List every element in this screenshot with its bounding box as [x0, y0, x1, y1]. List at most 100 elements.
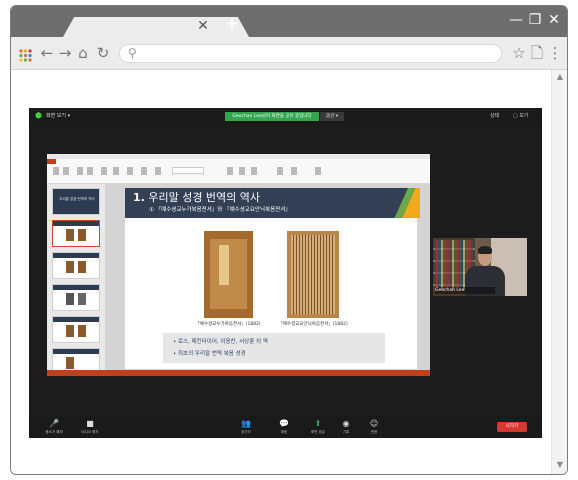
slide-title: 1. 우리말 성경 번역의 역사	[133, 191, 383, 205]
forward-icon[interactable]: →	[57, 44, 73, 62]
reactions-button[interactable]: ☺ 반응	[357, 416, 391, 438]
chat-icon: 💬	[279, 419, 289, 428]
thumb-header	[53, 349, 99, 354]
address-bar[interactable]: ⚲	[119, 44, 502, 63]
slide-thumbnail-pane: 우리말 성경 번역의 역사	[47, 184, 105, 375]
restore-icon[interactable]: ❐	[527, 12, 543, 28]
slide-thumbnail[interactable]	[52, 252, 100, 279]
ppt-ribbon	[47, 164, 430, 184]
home-icon[interactable]: ⌂	[75, 44, 91, 62]
leave-meeting-button[interactable]: 나가기	[497, 422, 527, 432]
thumb-image	[78, 325, 86, 337]
bullet-item: • 로스, 매킨타이어, 이응찬, 서상륜 외 역	[173, 339, 268, 345]
bullet-item: • 최초의 우리말 번역 복음 성경	[173, 351, 246, 357]
tab-strip: ✕ + — ❐ ✕	[11, 6, 567, 37]
book-page-image	[287, 231, 339, 318]
mute-label: 음소거 해제	[45, 430, 63, 434]
book-cover-image	[204, 231, 253, 318]
scroll-down-icon[interactable]: ▼	[555, 460, 565, 470]
shield-icon[interactable]: ⬢	[35, 112, 43, 120]
thumbnail-title: 우리말 성경 번역의 역사	[59, 197, 95, 201]
ribbon-icon[interactable]	[291, 167, 297, 175]
banner-options-button[interactable]: 옵션 ▾	[320, 112, 344, 121]
microphone-icon: 🎤	[49, 419, 59, 428]
reload-icon[interactable]: ↻	[95, 44, 111, 62]
browser-toolbar: ← → ⌂ ↻ ⚲ ☆ 🗋 ⋮	[11, 37, 567, 70]
chat-label: 채팅	[280, 430, 288, 434]
book-page-text	[291, 235, 335, 314]
chat-button[interactable]: 💬 채팅	[267, 416, 301, 438]
slide-thumbnail[interactable]: 우리말 성경 번역의 역사	[52, 188, 100, 215]
ribbon-icon[interactable]	[155, 167, 161, 175]
zoom-bottom-toolbar: 🎤 음소거 해제 ■ 비디오 중지 👥 참가자 💬 채팅 ⬆ 화면 공유 ◉ 기…	[29, 416, 542, 438]
thumb-image	[66, 357, 74, 369]
sharing-banner: Geochan Lee님이 화면을 공유 중입니다	[225, 112, 319, 121]
caption-left: 「예수셩교누가복음젼셔」(1882)	[195, 322, 261, 327]
participant-video[interactable]: Geochan Lee	[433, 238, 527, 296]
document-icon[interactable]: 🗋	[529, 44, 545, 62]
ribbon-icon[interactable]	[101, 167, 107, 175]
ribbon-icon[interactable]	[239, 167, 245, 175]
slide-title-number: 1.	[133, 191, 145, 204]
close-window-icon[interactable]: ✕	[546, 12, 562, 28]
font-select[interactable]	[172, 167, 204, 174]
slide-subtitle: ① 『예수셩교누가복음젼셔』와 『예수셩교요안닉복음젼셔』	[149, 207, 291, 213]
participant-name: Geochan Lee	[435, 287, 495, 294]
reactions-icon: ☺	[369, 419, 379, 428]
browser-window: ✕ + — ❐ ✕ ← → ⌂ ↻ ⚲ ☆ 🗋 ⋮ ▲ ▼ ⬢ 화면 보기 ▾ …	[10, 5, 568, 475]
participant-hair	[478, 246, 492, 254]
participants-button[interactable]: 👥 참가자	[229, 416, 263, 438]
apps-grid-icon[interactable]	[19, 47, 32, 62]
scroll-up-icon[interactable]: ▲	[555, 72, 565, 82]
participants-label: 참가자	[241, 430, 251, 434]
slide-canvas: 1. 우리말 성경 번역의 역사 ① 『예수셩교누가복음젼셔』와 『예수셩교요안…	[105, 184, 430, 370]
ppt-status-bar	[47, 370, 430, 376]
scrollbar[interactable]: ▲ ▼	[551, 70, 567, 474]
thumb-image	[66, 261, 74, 273]
ribbon-icon[interactable]	[127, 167, 133, 175]
view-toggle-button[interactable]: ▢ 보기	[513, 111, 537, 121]
back-icon[interactable]: ←	[39, 44, 55, 62]
ribbon-icon[interactable]	[87, 167, 93, 175]
caption-right: 「예수셩교요안닉복음젼셔」(1882)	[278, 322, 348, 327]
ribbon-icon[interactable]	[251, 167, 257, 175]
thumb-image	[66, 325, 74, 337]
browser-tab[interactable]	[63, 17, 249, 37]
ribbon-icon[interactable]	[141, 167, 147, 175]
reactions-label: 반응	[370, 430, 378, 434]
slide-header: 1. 우리말 성경 번역의 역사 ① 『예수셩교누가복음젼셔』와 『예수셩교요안…	[125, 188, 417, 218]
ribbon-icon[interactable]	[227, 167, 233, 175]
ribbon-icon[interactable]	[63, 167, 69, 175]
zoom-meeting-window: ⬢ 화면 보기 ▾ Geochan Lee님이 화면을 공유 중입니다 옵션 ▾…	[29, 108, 542, 438]
video-button[interactable]: ■ 비디오 중지	[73, 416, 107, 438]
mute-button[interactable]: 🎤 음소거 해제	[37, 416, 71, 438]
view-options-button[interactable]: 화면 보기 ▾	[46, 111, 86, 121]
thumb-image	[78, 229, 86, 241]
participants-icon: 👥	[241, 419, 251, 428]
ribbon-icon[interactable]	[53, 167, 59, 175]
search-icon: ⚲	[128, 46, 137, 60]
shared-powerpoint: 우리말 성경 번역의 역사 1. 우리말 성경 번역의 역사 ① 『예수셩교누가…	[47, 154, 430, 376]
slide-thumbnail[interactable]	[52, 316, 100, 343]
ribbon-icon[interactable]	[77, 167, 83, 175]
minimize-icon[interactable]: —	[508, 12, 524, 28]
status-label: 상태	[490, 113, 500, 119]
ribbon-icon[interactable]	[277, 167, 283, 175]
thumb-image	[78, 261, 86, 273]
ribbon-icon[interactable]	[315, 167, 321, 175]
ribbon-icon[interactable]	[113, 167, 119, 175]
thumb-header	[53, 221, 99, 226]
slide-thumbnail[interactable]	[52, 284, 100, 311]
book-title-strip	[219, 245, 229, 285]
new-tab-button[interactable]: +	[224, 16, 240, 33]
bookmark-star-icon[interactable]: ☆	[511, 44, 527, 62]
thumb-image	[66, 229, 74, 241]
tab-close-icon[interactable]: ✕	[196, 19, 210, 33]
slide-title-text: 우리말 성경 번역의 역사	[148, 191, 261, 204]
page-viewport: ▲ ▼ ⬢ 화면 보기 ▾ Geochan Lee님이 화면을 공유 중입니다 …	[11, 70, 567, 474]
camera-icon: ■	[86, 419, 94, 428]
menu-icon[interactable]: ⋮	[547, 44, 563, 62]
current-slide[interactable]: 1. 우리말 성경 번역의 역사 ① 『예수셩교누가복음젼셔』와 『예수셩교요안…	[125, 188, 420, 369]
notes-box: • 로스, 매킨타이어, 이응찬, 서상륜 외 역 • 최초의 우리말 번역 복…	[163, 333, 385, 363]
slide-thumbnail-selected[interactable]	[52, 220, 100, 247]
